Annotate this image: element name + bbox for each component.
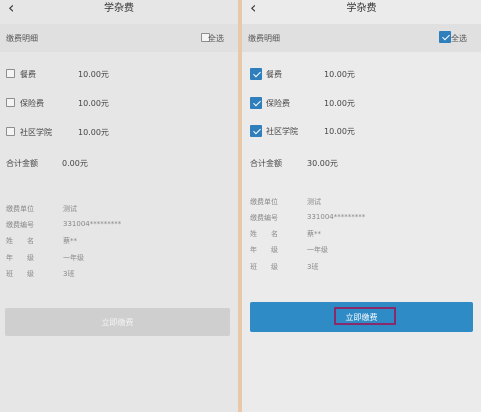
info-key: 班 级 (250, 263, 278, 271)
info-value: 蔡** (63, 237, 77, 245)
fee-item-name: 餐费 (266, 70, 282, 79)
fee-detail-label: 缴费明细 (248, 34, 280, 43)
info-key: 年 级 (6, 254, 34, 262)
info-value: 测试 (63, 205, 77, 213)
total-label: 合计金额 (250, 159, 282, 168)
info-value: 331004********* (307, 213, 366, 221)
select-all-label[interactable]: 全选 (451, 33, 467, 44)
info-key: 姓 名 (6, 237, 34, 245)
info-value: 测试 (307, 198, 321, 206)
top-bar: ‹ 学杂费 (0, 0, 238, 20)
fee-item-checkbox[interactable] (6, 127, 15, 136)
page-title: 学杂费 (104, 3, 134, 14)
pay-now-label: 立即缴费 (101, 318, 134, 327)
info-value: 3班 (307, 263, 319, 271)
info-value: 蔡** (307, 230, 321, 238)
info-key: 年 级 (250, 246, 278, 254)
pay-now-label: 立即缴费 (345, 313, 378, 322)
info-key: 缴费单位 (6, 205, 34, 213)
fee-item-insurance[interactable]: 保险费 10.00元 (242, 92, 481, 112)
fee-item-amount: 10.00元 (78, 128, 109, 137)
fee-detail-header: 缴费明细 全选 (0, 24, 238, 52)
top-bar: ‹ 学杂费 (242, 0, 481, 20)
fee-item-name: 餐费 (20, 70, 36, 79)
fee-detail-label: 缴费明细 (6, 34, 38, 43)
fee-item-meal[interactable]: 餐费 10.00元 (0, 63, 238, 83)
fee-item-name: 保险费 (20, 99, 44, 108)
info-key: 姓 名 (250, 230, 278, 238)
fee-item-checkbox[interactable] (250, 125, 262, 137)
fee-item-checkbox[interactable] (250, 97, 262, 109)
fee-item-checkbox[interactable] (250, 68, 262, 80)
fee-item-insurance[interactable]: 保险费 10.00元 (0, 92, 238, 112)
fee-item-amount: 10.00元 (78, 99, 109, 108)
fee-detail-header: 缴费明细 全选 (242, 24, 481, 52)
fee-item-amount: 10.00元 (324, 70, 355, 79)
fee-item-meal[interactable]: 餐费 10.00元 (242, 63, 481, 83)
select-all-label[interactable]: 全选 (208, 33, 224, 44)
pay-now-button[interactable]: 立即缴费 (250, 302, 473, 332)
select-all-checkbox[interactable] (439, 31, 451, 43)
fee-item-amount: 10.00元 (78, 70, 109, 79)
pay-now-button-disabled[interactable]: 立即缴费 (5, 308, 230, 336)
fee-item-checkbox[interactable] (6, 98, 15, 107)
fee-item-amount: 10.00元 (324, 99, 355, 108)
fee-item-name: 社区学院 (266, 127, 298, 136)
fee-item-name: 社区学院 (20, 128, 52, 137)
info-value: 331004********* (63, 220, 122, 228)
fee-item-community-college[interactable]: 社区学院 10.00元 (0, 121, 238, 141)
info-value: 一年级 (63, 254, 84, 262)
total-value: 30.00元 (307, 159, 338, 168)
total-label: 合计金额 (6, 159, 38, 168)
left-screen: ‹ 学杂费 缴费明细 全选 餐费 10.00元 保险费 10.00元 社区学院 … (0, 0, 238, 412)
total-value: 0.00元 (62, 159, 88, 168)
right-screen: ‹ 学杂费 缴费明细 全选 餐费 10.00元 保险费 10.00元 社区学院 … (242, 0, 481, 412)
fee-item-checkbox[interactable] (6, 69, 15, 78)
info-key: 缴费编号 (6, 221, 34, 229)
fee-item-community-college[interactable]: 社区学院 10.00元 (242, 120, 481, 140)
page-title: 学杂费 (346, 3, 377, 14)
fee-item-amount: 10.00元 (324, 127, 355, 136)
fee-item-name: 保险费 (266, 99, 290, 108)
info-key: 班 级 (6, 270, 34, 278)
info-value: 3班 (63, 270, 75, 278)
info-key: 缴费编号 (250, 214, 278, 222)
info-value: 一年级 (307, 246, 328, 254)
info-key: 缴费单位 (250, 198, 278, 206)
